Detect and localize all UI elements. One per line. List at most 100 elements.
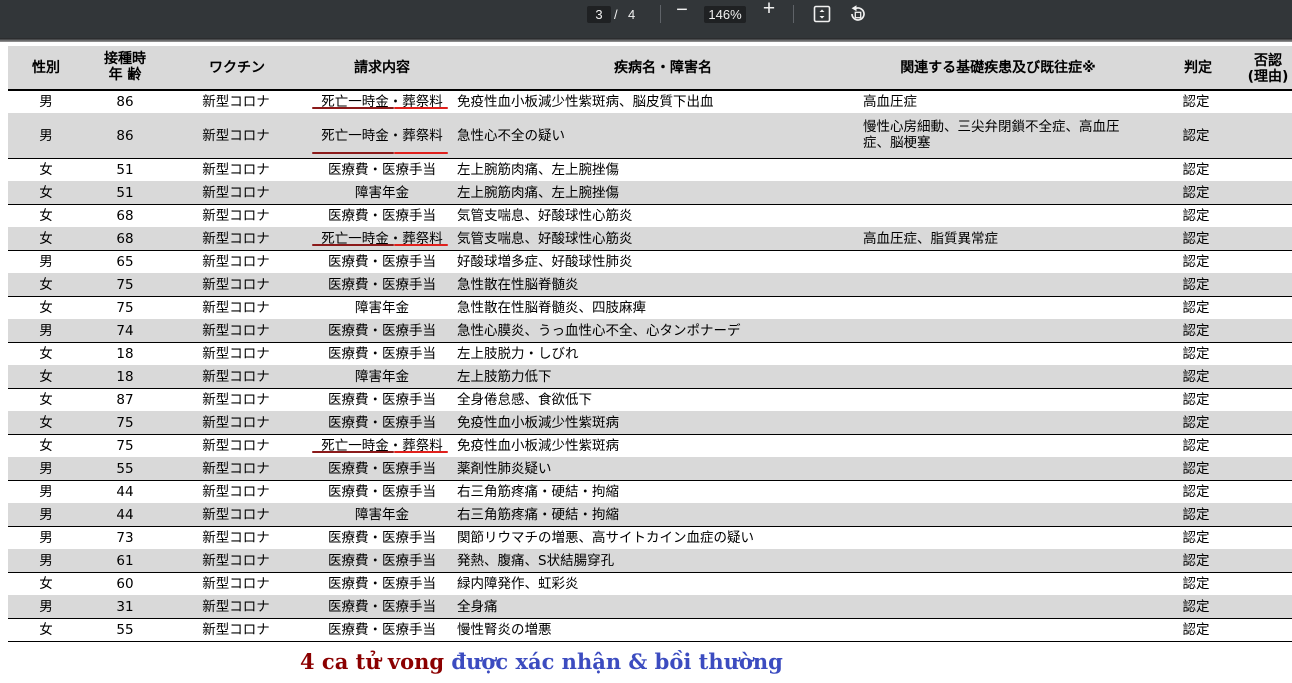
highlight-underline [312, 451, 394, 453]
cell-judgment: 認定 [1182, 507, 1210, 523]
pdf-page: 性別 接種時 年 齢 ワクチン 請求内容 疾病名・障害名 関連する基礎疾患及び既… [0, 42, 1292, 683]
cell-age: 44 [116, 484, 134, 500]
cell-judgment: 認定 [1182, 94, 1210, 110]
cell-age: 86 [116, 128, 134, 144]
cell-sex: 男 [39, 484, 53, 500]
table-row: 男 31 新型コロナ 医療費・医療手当 全身痛 認定 [8, 595, 1292, 618]
cell-vaccine: 新型コロナ [202, 484, 270, 500]
cell-vaccine: 新型コロナ [202, 599, 270, 615]
cell-underlying: 症、脳梗塞 [863, 135, 931, 151]
highlight-underline [312, 107, 394, 109]
cell-disease: 左上肢筋力低下 [457, 369, 552, 385]
header-judgment: 判定 [1184, 60, 1212, 76]
cell-sex: 女 [39, 438, 53, 454]
header-denial-line1: 否認 [1254, 53, 1282, 69]
cell-claim: 障害年金 [355, 300, 409, 316]
cell-vaccine: 新型コロナ [202, 461, 270, 477]
header-vaccine: ワクチン [209, 60, 265, 76]
cell-sex: 女 [39, 300, 53, 316]
table-row: 男 44 新型コロナ 障害年金 右三角筋疼痛・硬結・拘縮 認定 [8, 503, 1292, 526]
table-row: 女 51 新型コロナ 障害年金 左上腕筋肉痛、左上腕挫傷 認定 [8, 181, 1292, 204]
cell-disease: 免疫性血小板減少性紫斑病 [457, 415, 619, 431]
page-number-input[interactable]: 3 [587, 6, 611, 23]
table-row: 女 18 新型コロナ 障害年金 左上肢筋力低下 認定 [8, 365, 1292, 388]
table-header: 性別 接種時 年 齢 ワクチン 請求内容 疾病名・障害名 関連する基礎疾患及び既… [8, 46, 1292, 91]
cell-sex: 女 [39, 231, 53, 247]
cell-disease: 左上肢脱力・しびれ [457, 346, 579, 362]
cell-judgment: 認定 [1182, 300, 1210, 316]
caption-deaths: 4 ca tử vong [300, 649, 452, 674]
cell-judgment: 認定 [1182, 484, 1210, 500]
header-disease: 疾病名・障害名 [614, 60, 712, 76]
cell-age: 73 [116, 530, 134, 546]
cell-claim: 障害年金 [355, 185, 409, 201]
cell-age: 75 [116, 277, 134, 293]
zoom-out-icon[interactable]: − [674, 0, 690, 20]
cell-age: 86 [116, 94, 134, 110]
table-row: 女 87 新型コロナ 医療費・医療手当 全身倦怠感、食欲低下 認定 [8, 388, 1292, 411]
cell-sex: 男 [39, 553, 53, 569]
page-separator: / [614, 7, 618, 22]
cell-claim: 医療費・医療手当 [328, 553, 436, 569]
cell-age: 55 [116, 461, 134, 477]
cell-vaccine: 新型コロナ [202, 162, 270, 178]
cell-judgment: 認定 [1182, 128, 1210, 144]
cell-vaccine: 新型コロナ [202, 254, 270, 270]
table-row: 女 75 新型コロナ 医療費・医療手当 免疫性血小板減少性紫斑病 認定 [8, 411, 1292, 434]
rotate-icon[interactable] [848, 4, 868, 24]
cell-vaccine: 新型コロナ [202, 300, 270, 316]
cell-sex: 女 [39, 162, 53, 178]
cell-claim: 医療費・医療手当 [328, 323, 436, 339]
zoom-level-input[interactable]: 146% [704, 6, 746, 23]
cell-age: 68 [116, 231, 134, 247]
cell-claim: 障害年金 [355, 507, 409, 523]
table-row: 女 68 新型コロナ 医療費・医療手当 気管支喘息、好酸球性心筋炎 認定 [8, 204, 1292, 227]
cell-disease: 薬剤性肺炎疑い [457, 461, 552, 477]
cell-age: 51 [116, 162, 134, 178]
cell-disease: 免疫性血小板減少性紫斑病 [457, 438, 619, 454]
cell-disease: 全身倦怠感、食欲低下 [457, 392, 592, 408]
cell-age: 61 [116, 553, 134, 569]
cell-claim: 障害年金 [355, 369, 409, 385]
cell-claim: 医療費・医療手当 [328, 461, 436, 477]
cell-vaccine: 新型コロナ [202, 128, 270, 144]
cell-sex: 女 [39, 185, 53, 201]
cell-vaccine: 新型コロナ [202, 94, 270, 110]
cell-age: 60 [116, 576, 134, 592]
cell-disease: 右三角筋疼痛・硬結・拘縮 [457, 484, 619, 500]
zoom-in-icon[interactable]: + [760, 0, 778, 19]
toolbar-divider [793, 5, 794, 23]
table-row: 女 75 新型コロナ 死亡一時金・葬祭料 免疫性血小板減少性紫斑病 認定 [8, 434, 1292, 457]
cell-claim: 医療費・医療手当 [328, 530, 436, 546]
cell-vaccine: 新型コロナ [202, 369, 270, 385]
cell-claim: 医療費・医療手当 [328, 208, 436, 224]
cell-judgment: 認定 [1182, 323, 1210, 339]
cell-age: 65 [116, 254, 134, 270]
table-row: 男 74 新型コロナ 医療費・医療手当 急性心膜炎、うっ血性心不全、心タンポナーデ 認定 [8, 319, 1292, 342]
table-row: 男 73 新型コロナ 医療費・医療手当 関節リウマチの増悪、高サイトカイン血症の疑い 認定 [8, 526, 1292, 549]
cell-judgment: 認定 [1182, 392, 1210, 408]
cell-judgment: 認定 [1182, 530, 1210, 546]
cell-sex: 男 [39, 128, 53, 144]
cell-claim: 医療費・医療手当 [328, 484, 436, 500]
cell-judgment: 認定 [1182, 415, 1210, 431]
cell-disease: 緑内障発作、虹彩炎 [457, 576, 579, 592]
cell-disease: 急性心膜炎、うっ血性心不全、心タンポナーデ [457, 323, 741, 339]
cell-judgment: 認定 [1182, 599, 1210, 615]
table-row: 女 51 新型コロナ 医療費・医療手当 左上腕筋肉痛、左上腕挫傷 認定 [8, 158, 1292, 181]
cell-age: 75 [116, 415, 134, 431]
highlight-underline [394, 152, 448, 154]
cell-disease: 免疫性血小板減少性紫斑病、脳皮質下出血 [457, 94, 714, 110]
cell-sex: 女 [39, 369, 53, 385]
cell-disease: 好酸球増多症、好酸球性肺炎 [457, 254, 633, 270]
cell-age: 75 [116, 438, 134, 454]
cell-underlying: 慢性心房細動、三尖弁閉鎖不全症、高血圧 [863, 119, 1120, 135]
fit-page-icon[interactable] [813, 5, 831, 23]
cell-judgment: 認定 [1182, 254, 1210, 270]
table-row: 男 65 新型コロナ 医療費・医療手当 好酸球増多症、好酸球性肺炎 認定 [8, 250, 1292, 273]
cell-vaccine: 新型コロナ [202, 323, 270, 339]
cell-judgment: 認定 [1182, 622, 1210, 638]
cell-sex: 男 [39, 599, 53, 615]
cell-claim: 医療費・医療手当 [328, 392, 436, 408]
cell-age: 75 [116, 300, 134, 316]
